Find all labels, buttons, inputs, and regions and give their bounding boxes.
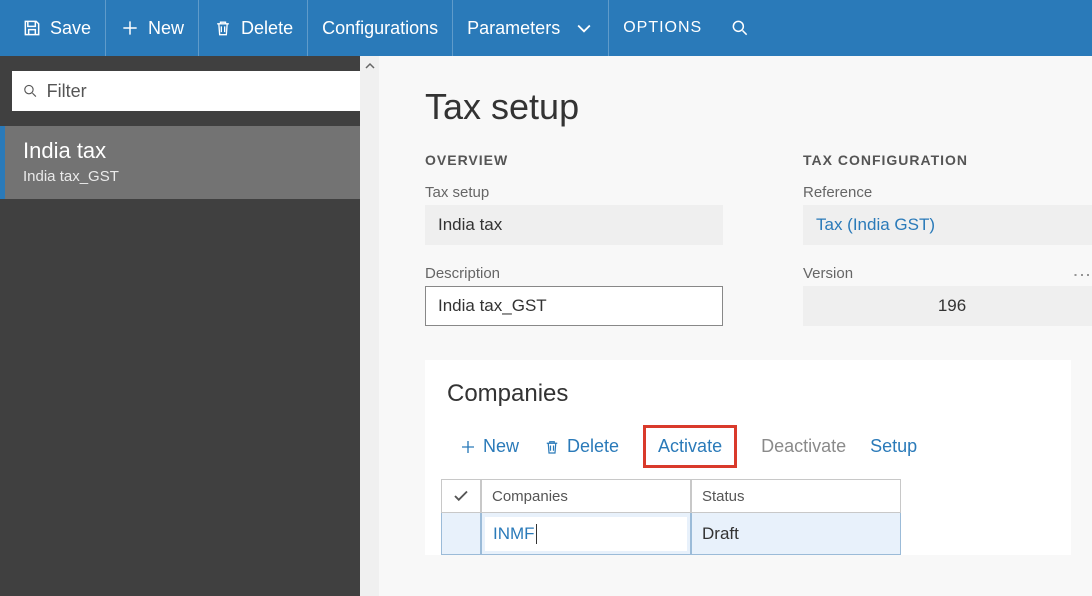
companies-delete-button[interactable]: Delete — [531, 430, 631, 463]
companies-new-label: New — [483, 436, 519, 457]
delete-label: Delete — [241, 18, 293, 39]
overview-heading: OVERVIEW — [425, 152, 723, 168]
check-icon — [452, 487, 470, 505]
activate-highlight: Activate — [643, 425, 737, 468]
app-toolbar: Save New Delete Configurations Parameter… — [0, 0, 1092, 56]
companies-title: Companies — [425, 380, 1071, 424]
options-button[interactable]: OPTIONS — [609, 0, 716, 56]
sidebar-scrollbar[interactable] — [360, 56, 379, 596]
options-label: OPTIONS — [623, 19, 702, 37]
grid-header-companies[interactable]: Companies — [481, 479, 691, 513]
sidebar: India tax India tax_GST — [0, 56, 379, 596]
sidebar-filter-wrap — [0, 56, 379, 126]
deactivate-button: Deactivate — [749, 430, 858, 463]
companies-new-button[interactable]: New — [447, 430, 531, 463]
save-icon — [22, 18, 42, 38]
new-button[interactable]: New — [106, 0, 199, 56]
company-value: INMF — [493, 524, 535, 544]
configurations-button[interactable]: Configurations — [308, 0, 453, 56]
text-caret — [536, 524, 537, 544]
sidebar-item-title: India tax — [23, 138, 361, 164]
delete-button[interactable]: Delete — [199, 0, 308, 56]
companies-toolbar: New Delete Activate Deactivate Setup — [425, 424, 1071, 473]
trash-icon — [543, 438, 561, 456]
parameters-label: Parameters — [467, 18, 560, 39]
grid-header-status[interactable]: Status — [691, 479, 901, 513]
deactivate-label: Deactivate — [761, 436, 846, 457]
body-wrap: India tax India tax_GST Tax setup OVERVI… — [0, 56, 1092, 596]
activate-label: Activate — [658, 436, 722, 457]
scroll-up-arrow[interactable] — [360, 56, 379, 76]
version-label: Version — [803, 265, 1092, 282]
more-options-icon[interactable]: ⋮ — [1071, 266, 1092, 282]
search-button[interactable] — [716, 0, 764, 56]
parameters-button[interactable]: Parameters — [453, 0, 609, 56]
company-input[interactable]: INMF — [485, 517, 687, 551]
chevron-up-icon — [365, 61, 375, 71]
taxconfig-heading: TAX CONFIGURATION — [803, 152, 1092, 168]
row-company-cell[interactable]: INMF — [481, 513, 691, 555]
tax-setup-label: Tax setup — [425, 184, 723, 201]
table-row[interactable]: INMF Draft — [441, 513, 1071, 555]
row-status-cell[interactable]: Draft — [691, 513, 901, 555]
companies-grid: Companies Status INMF Draft — [441, 479, 1071, 555]
search-icon — [730, 18, 750, 38]
activate-button[interactable]: Activate — [650, 430, 730, 463]
setup-button[interactable]: Setup — [858, 430, 929, 463]
new-label: New — [148, 18, 184, 39]
grid-header-select[interactable] — [441, 479, 481, 513]
sidebar-filter-box[interactable] — [12, 71, 367, 111]
trash-icon — [213, 18, 233, 38]
plus-icon — [120, 18, 140, 38]
save-button[interactable]: Save — [8, 0, 106, 56]
row-select-cell[interactable] — [441, 513, 481, 555]
chevron-down-icon — [574, 18, 594, 38]
grid-header: Companies Status — [441, 479, 1071, 513]
form-columns: OVERVIEW Tax setup India tax Description… — [425, 152, 1092, 326]
search-icon — [22, 82, 39, 100]
configurations-label: Configurations — [322, 18, 438, 39]
taxconfig-column: TAX CONFIGURATION Reference Tax (India G… — [803, 152, 1092, 326]
sidebar-item-india-tax[interactable]: India tax India tax_GST — [0, 126, 379, 199]
companies-delete-label: Delete — [567, 436, 619, 457]
reference-link[interactable]: Tax (India GST) — [803, 205, 1092, 245]
tax-setup-value[interactable]: India tax — [425, 205, 723, 245]
description-input[interactable]: India tax_GST — [425, 286, 723, 326]
sidebar-item-subtitle: India tax_GST — [23, 168, 361, 185]
description-label: Description — [425, 265, 723, 282]
reference-label: Reference — [803, 184, 1092, 201]
main-content: Tax setup OVERVIEW Tax setup India tax D… — [379, 56, 1092, 596]
page-title: Tax setup — [425, 86, 1092, 128]
companies-card: Companies New Delete Activate Deactivate — [425, 360, 1071, 555]
version-value[interactable]: 196 — [803, 286, 1092, 326]
plus-icon — [459, 438, 477, 456]
save-label: Save — [50, 18, 91, 39]
setup-label: Setup — [870, 436, 917, 457]
filter-input[interactable] — [47, 81, 357, 102]
overview-column: OVERVIEW Tax setup India tax Description… — [425, 152, 723, 326]
